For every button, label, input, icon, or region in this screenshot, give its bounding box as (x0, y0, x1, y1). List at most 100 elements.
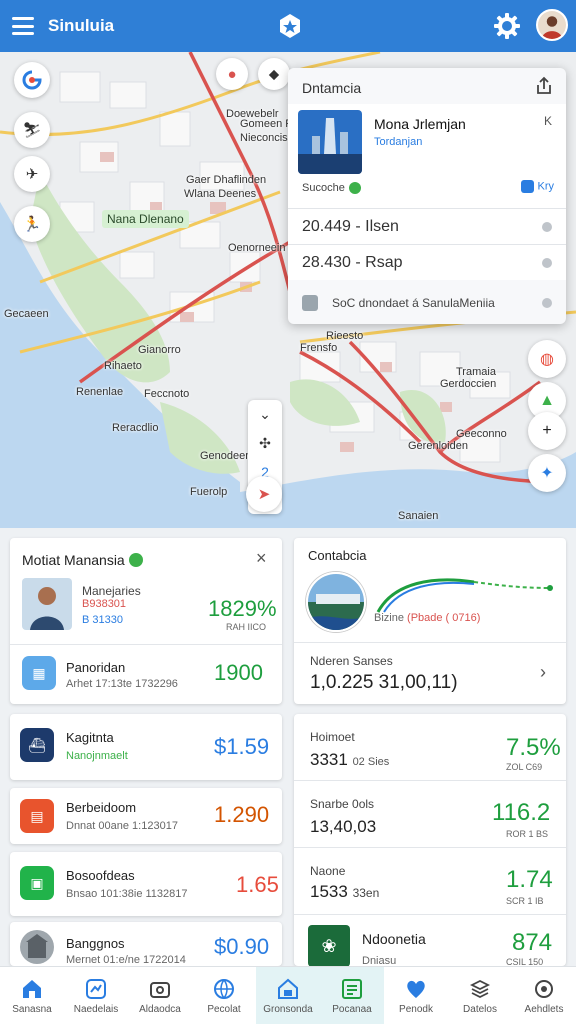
user-avatar[interactable] (536, 9, 568, 41)
item-subtitle: Nanojnmaelt (66, 750, 128, 762)
share-icon[interactable] (534, 76, 554, 96)
map-label: Sanaien (398, 510, 439, 522)
nav-item-house[interactable]: Gronsonda (256, 967, 320, 1024)
item-percentage: 116.2 (492, 799, 551, 826)
right-list-item[interactable]: Hoimoet 3331 02 Sies 7.5% ZOL C69 (294, 714, 566, 780)
status-indicator: Sucoche (302, 182, 361, 195)
right-list-item[interactable]: Snarbe 0ols 13,40,03 116.2 ROR 1 BS (294, 781, 566, 847)
left-list-item[interactable]: ▣ Bosoofdeas Bnsao 101:38ie 1132817 1.65 (10, 852, 282, 916)
map-label: Gerdoccien (440, 378, 497, 390)
map-label: Tramaia (456, 366, 496, 378)
item-small-code: ZOL C69 (506, 762, 543, 772)
settings-gear-icon[interactable] (492, 11, 522, 41)
nav-item-list[interactable]: Pocanaa (320, 967, 384, 1024)
popup-footer[interactable]: SoC dnondaet á SanulaMeniia (288, 282, 566, 324)
plus-icon: + (542, 422, 552, 439)
chevron-right-icon[interactable]: › (540, 662, 546, 683)
camera-icon (150, 981, 170, 998)
person-id: B 31330 (82, 614, 123, 626)
calendar-icon: ▦ (22, 656, 56, 690)
radio-icon (542, 258, 552, 268)
map-label: Geeconno (456, 428, 507, 440)
heart-icon (407, 980, 425, 998)
nav-item-settings[interactable]: Aehdlets (512, 967, 576, 1024)
card-close-icon[interactable]: K (544, 114, 552, 128)
nav-item-home[interactable]: Sanasna (0, 967, 64, 1024)
nav-item-camera[interactable]: Aldaodca (128, 967, 192, 1024)
spreadsheet-icon: ▣ (20, 866, 54, 900)
directions-button[interactable]: ⬥ (258, 58, 290, 90)
map-label: Frensfo (300, 342, 338, 354)
house-icon (278, 978, 298, 999)
chart-icon (86, 978, 106, 999)
run-mode-button[interactable]: 🏃 (14, 206, 50, 242)
item-small-code: SCR 1 IB (506, 896, 544, 906)
item-label: Snarbe 0ols (310, 797, 375, 811)
item-label: Kagitnta (66, 730, 114, 745)
pin-drop-button[interactable]: ✦ (528, 454, 566, 492)
item-subtitle: Dnnat 00ane 1:123017 (66, 820, 178, 832)
contacts-panel: Contabcia Bizine (Pbade ( 0716) Nderen S… (294, 538, 566, 704)
map-label: Gecaeen (4, 308, 49, 320)
right-list-item[interactable]: Naone 1533 33en 1.74 SCR 1 IB (294, 848, 566, 914)
item-label: Bosoofdeas (66, 868, 135, 883)
radio-icon (542, 222, 552, 232)
nav-item-globe[interactable]: Pecolat (192, 967, 256, 1024)
directions-icon: ⬥ (268, 65, 280, 83)
nav-item-layers[interactable]: Datelos (448, 967, 512, 1024)
place-chip[interactable]: Nana Dlenano (102, 210, 189, 228)
person-code: B938301 (82, 598, 127, 610)
compass-icon[interactable]: ✣ (259, 435, 271, 452)
panel-title: Contabcia (308, 548, 367, 563)
map-label: Rieesto (326, 330, 364, 342)
person-label: Manejaries (82, 584, 141, 598)
item-small-code: ROR 1 BS (506, 829, 549, 839)
person-avatar (22, 578, 72, 630)
item-value: 1900 (214, 660, 263, 685)
layers-icon (469, 979, 491, 998)
map-label: Genodeen (200, 450, 252, 462)
pin-button[interactable]: ● (216, 58, 248, 90)
item-subtitle: Mernet 01:e/ne 1722014 (66, 954, 186, 966)
totals-value: 1,0.225 31,00,11) (310, 672, 458, 693)
item-label: Naone (310, 864, 346, 878)
flight-mode-button[interactable]: ✈ (14, 156, 50, 192)
badge-star-icon[interactable] (276, 12, 304, 40)
landmark-thumbnail (20, 930, 54, 964)
right-list-item[interactable]: ❀ Ndoonetia Dniasu 874 CSIL 150 (294, 915, 566, 966)
map-label: Rihaeto (104, 360, 142, 372)
nav-item-stats[interactable]: Naedelais (64, 967, 128, 1024)
item-label: Banggnos (66, 936, 125, 951)
zoom-in-button[interactable]: + (528, 412, 566, 450)
item-percentage: 874 (512, 929, 553, 956)
hamburger-menu-icon[interactable] (12, 17, 34, 35)
document-icon: ▤ (20, 799, 54, 833)
item-subtitle: Dniasu (362, 955, 397, 966)
divider (10, 644, 282, 645)
place-subtitle: Tordanjan (374, 136, 423, 148)
item-label: Berbeidoom (66, 800, 137, 815)
left-list-item[interactable]: ▤ Berbeidoom Dnnat 00ane 1:123017 1.290 (10, 788, 282, 844)
item-label: Hoimoet (310, 730, 355, 744)
place-card[interactable]: Mona Jrlemjan Tordanjan K Sucoche Kry (288, 104, 566, 208)
left-list-item[interactable]: Banggnos Mernet 01:e/ne 1722014 $0.90 (10, 922, 282, 966)
route-option-row[interactable]: 20.449 - Ilsen (288, 208, 566, 244)
globe-icon (214, 978, 234, 999)
chevron-down-icon[interactable]: ⌄ (259, 406, 271, 423)
left-list-item[interactable]: ⛴ Kagitnta Nanojnmaelt $1.59 (10, 714, 282, 780)
close-icon[interactable]: × (256, 548, 267, 569)
walk-mode-button[interactable]: ⛷ (14, 112, 50, 148)
route-option-row[interactable]: 28.430 - Rsap (288, 244, 566, 280)
type-chip[interactable]: Kry (520, 180, 554, 193)
item-value: $0.90 (214, 934, 270, 959)
list-icon (342, 978, 362, 999)
map-logo-button[interactable] (14, 62, 50, 98)
nav-item-favorites[interactable]: Penodk (384, 967, 448, 1024)
plane-icon: ✈ (25, 166, 39, 183)
navigate-button[interactable]: ➤ (246, 476, 282, 512)
location-g-icon (22, 70, 42, 90)
layers-button[interactable]: ◍ (528, 340, 566, 378)
route-thumbnail (306, 572, 366, 632)
app-title: Sinuluia (48, 16, 115, 35)
route-popup: Dntamcia Mona Jrlemjan Tordanjan K Sucoc… (288, 68, 566, 324)
